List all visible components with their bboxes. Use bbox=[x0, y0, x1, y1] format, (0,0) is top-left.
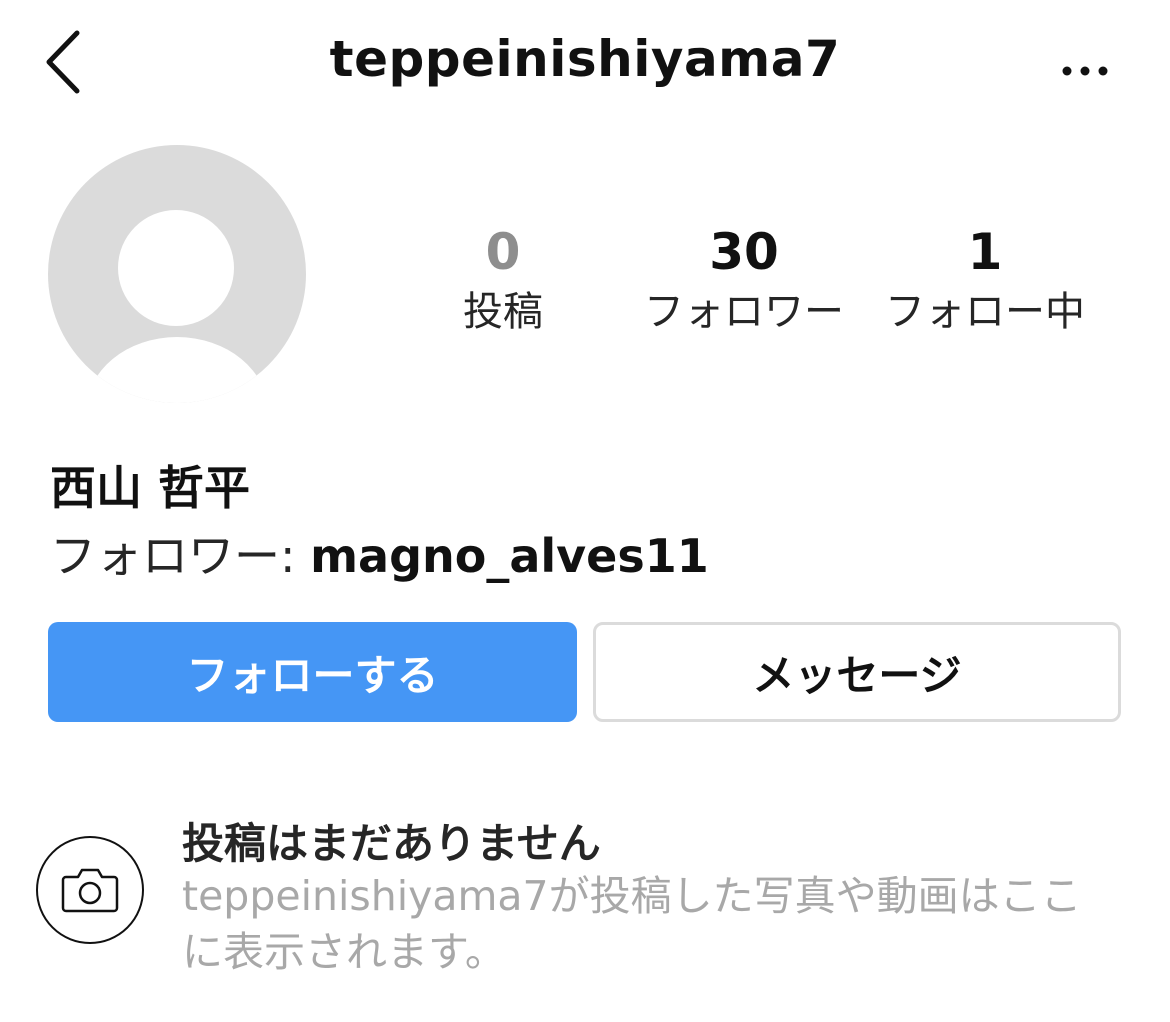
camera-icon bbox=[61, 868, 119, 913]
message-button[interactable]: メッセージ bbox=[593, 622, 1121, 722]
more-options-button[interactable] bbox=[1040, 36, 1130, 106]
followed-by-prefix: フォロワー: bbox=[50, 529, 311, 583]
default-avatar-icon bbox=[118, 210, 234, 326]
followers-count: 30 bbox=[709, 223, 779, 281]
follow-button[interactable]: フォローする bbox=[48, 622, 577, 722]
profile-avatar[interactable] bbox=[48, 145, 306, 403]
empty-state-title: 投稿はまだありません bbox=[182, 819, 601, 868]
posts-count: 0 bbox=[485, 223, 521, 281]
following-stat[interactable]: 1 フォロー中 bbox=[865, 222, 1105, 340]
more-horizontal-icon bbox=[1062, 66, 1108, 76]
followers-label: フォロワー bbox=[644, 289, 844, 335]
profile-page: teppeinishiyama7 0 投稿 30 フォロワー 1 フォロー中 西… bbox=[0, 0, 1170, 1022]
empty-state-description: teppeinishiyama7が投稿した写真や動画はここに表示されます。 bbox=[182, 872, 1082, 976]
posts-stat: 0 投稿 bbox=[383, 222, 623, 340]
following-count: 1 bbox=[967, 223, 1003, 281]
followers-stat[interactable]: 30 フォロワー bbox=[624, 222, 864, 340]
header-username: teppeinishiyama7 bbox=[329, 30, 841, 88]
followed-by-user[interactable]: magno_alves11 bbox=[310, 529, 709, 583]
posts-label: 投稿 bbox=[463, 289, 543, 335]
following-label: フォロー中 bbox=[885, 289, 1085, 335]
followed-by[interactable]: フォロワー: magno_alves11 bbox=[50, 520, 709, 586]
camera-icon-circle bbox=[36, 836, 144, 944]
header: teppeinishiyama7 bbox=[0, 0, 1170, 130]
display-name: 西山 哲平 bbox=[50, 461, 251, 515]
